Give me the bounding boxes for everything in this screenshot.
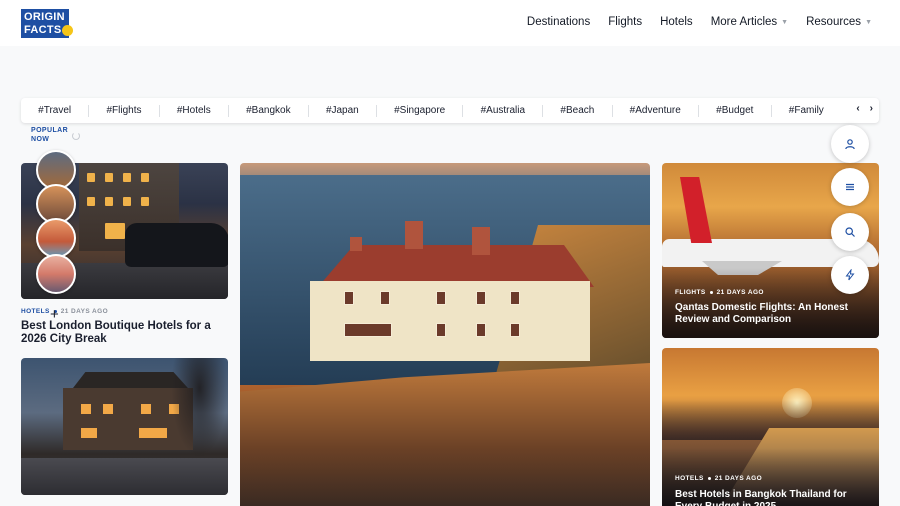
chevron-left-icon[interactable]: ‹ [856, 103, 859, 114]
bangkok-card-title[interactable]: Best Hotels in Bangkok Thailand for Ever… [675, 489, 875, 506]
window-shape [81, 428, 97, 438]
meta-dot [709, 290, 713, 294]
window-shape [141, 197, 149, 206]
tag-travel[interactable]: #Travel [21, 104, 90, 117]
window-shape [123, 197, 131, 206]
loading-spinner-icon [72, 132, 80, 140]
popular-thumb-4[interactable] [36, 254, 76, 294]
window-shape [105, 173, 113, 182]
ground-shape [21, 458, 228, 495]
chevron-right-icon[interactable]: › [870, 103, 873, 114]
nav-destinations-label: Destinations [526, 16, 591, 28]
tag-beach[interactable]: #Beach [543, 104, 613, 117]
taxi-shape [125, 223, 228, 267]
nav-hotels[interactable]: Hotels [660, 16, 693, 28]
chimney-shape [350, 237, 362, 251]
window-shape [87, 173, 95, 182]
chevron-down-icon: ▼ [781, 18, 789, 26]
tag-japan[interactable]: #Japan [309, 104, 377, 117]
bolt-button[interactable] [831, 256, 869, 294]
menu-icon [846, 183, 854, 191]
logo-line-1: ORIGIN [24, 11, 65, 23]
window-shape [141, 404, 151, 414]
tag-flights[interactable]: #Flights [89, 104, 160, 117]
bolt-icon [845, 269, 855, 281]
nav-hotels-label: Hotels [660, 16, 693, 28]
airplane-tail-shape [680, 177, 712, 243]
bangkok-date: 21 DAYS AGO [714, 475, 763, 482]
window-shape [139, 428, 167, 438]
origin-facts-logo[interactable]: ORIGIN FACTS [21, 9, 75, 38]
tag-family[interactable]: #Family [772, 105, 841, 117]
window-shape [81, 404, 91, 414]
tag-hotels[interactable]: #Hotels [160, 104, 229, 117]
window-shape [344, 291, 354, 305]
nav-resources[interactable]: Resources ▼ [806, 16, 872, 28]
logo-sun-icon [62, 25, 73, 36]
window-shape [105, 197, 113, 206]
window-shape [103, 404, 113, 414]
tag-australia[interactable]: #Australia [463, 104, 544, 117]
search-button[interactable] [831, 213, 869, 251]
qantas-category[interactable]: FLIGHTS [675, 289, 706, 296]
inn-card-image[interactable] [21, 358, 228, 495]
nav-more-articles-label: More Articles [710, 16, 778, 28]
window-shape [123, 173, 131, 182]
tag-bar: #Travel #Flights #Hotels #Bangkok #Japan… [21, 98, 879, 123]
main-nav: Destinations Flights Hotels More Article… [527, 16, 872, 28]
popular-thumb-3[interactable] [36, 218, 76, 258]
bangkok-category[interactable]: HOTELS [675, 475, 704, 482]
site-header: ORIGIN FACTS Destinations Flights Hotels… [0, 0, 900, 46]
window-shape [141, 173, 149, 182]
menu-button[interactable] [831, 168, 869, 206]
tag-scroll-controls: ‹ › [856, 103, 873, 114]
window-shape [476, 323, 486, 337]
window-shape [510, 291, 520, 305]
london-category[interactable]: HOTELS [21, 308, 50, 315]
plus-icon[interactable]: + [50, 307, 59, 322]
london-card-title[interactable]: Best London Boutique Hotels for a 2026 C… [21, 320, 226, 346]
meta-dot [707, 476, 711, 480]
bangkok-card-meta: HOTELS 21 DAYS AGO [675, 475, 762, 482]
qantas-card-meta: FLIGHTS 21 DAYS AGO [675, 289, 764, 296]
search-icon [845, 227, 855, 237]
tree-shape [171, 358, 228, 458]
window-shape [344, 323, 392, 337]
nav-flights[interactable]: Flights [608, 16, 642, 28]
window-shape [436, 323, 446, 337]
nav-flights-label: Flights [608, 16, 643, 28]
qantas-date: 21 DAYS AGO [716, 289, 764, 296]
tag-bangkok[interactable]: #Bangkok [229, 104, 309, 117]
popular-now-label: POPULAR NOW [31, 126, 68, 144]
nav-destinations[interactable]: Destinations [527, 16, 590, 28]
window-shape [105, 223, 125, 239]
tag-budget[interactable]: #Budget [699, 104, 772, 117]
tag-adventure[interactable]: #Adventure [613, 104, 699, 117]
nav-more-articles[interactable]: More Articles ▼ [711, 16, 788, 28]
logo-line-2: FACTS [24, 24, 62, 36]
window-shape [380, 291, 390, 305]
popular-label-line-1: POPULAR [31, 127, 69, 134]
chimney-shape [472, 227, 490, 255]
london-date: 21 DAYS AGO [60, 308, 109, 315]
qantas-card-title[interactable]: Qantas Domestic Flights: An Honest Revie… [675, 302, 875, 326]
window-shape [510, 323, 520, 337]
nav-resources-label: Resources [806, 16, 862, 28]
window-shape [87, 197, 95, 206]
window-shape [436, 291, 446, 305]
chevron-down-icon: ▼ [865, 18, 872, 26]
bangkok-card-image[interactable]: HOTELS 21 DAYS AGO Best Hotels in Bangkok… [662, 348, 879, 506]
popular-label-line-2: NOW [31, 136, 50, 143]
london-card-meta: HOTELS 21 DAYS AGO [21, 308, 108, 315]
chimney-shape [405, 221, 423, 249]
user-button[interactable] [831, 125, 869, 163]
hero-card-image[interactable] [240, 163, 650, 506]
tag-singapore[interactable]: #Singapore [377, 104, 464, 117]
tag-list: #Travel #Flights #Hotels #Bangkok #Japan… [21, 98, 841, 123]
window-shape [476, 291, 486, 305]
user-icon [845, 139, 855, 150]
